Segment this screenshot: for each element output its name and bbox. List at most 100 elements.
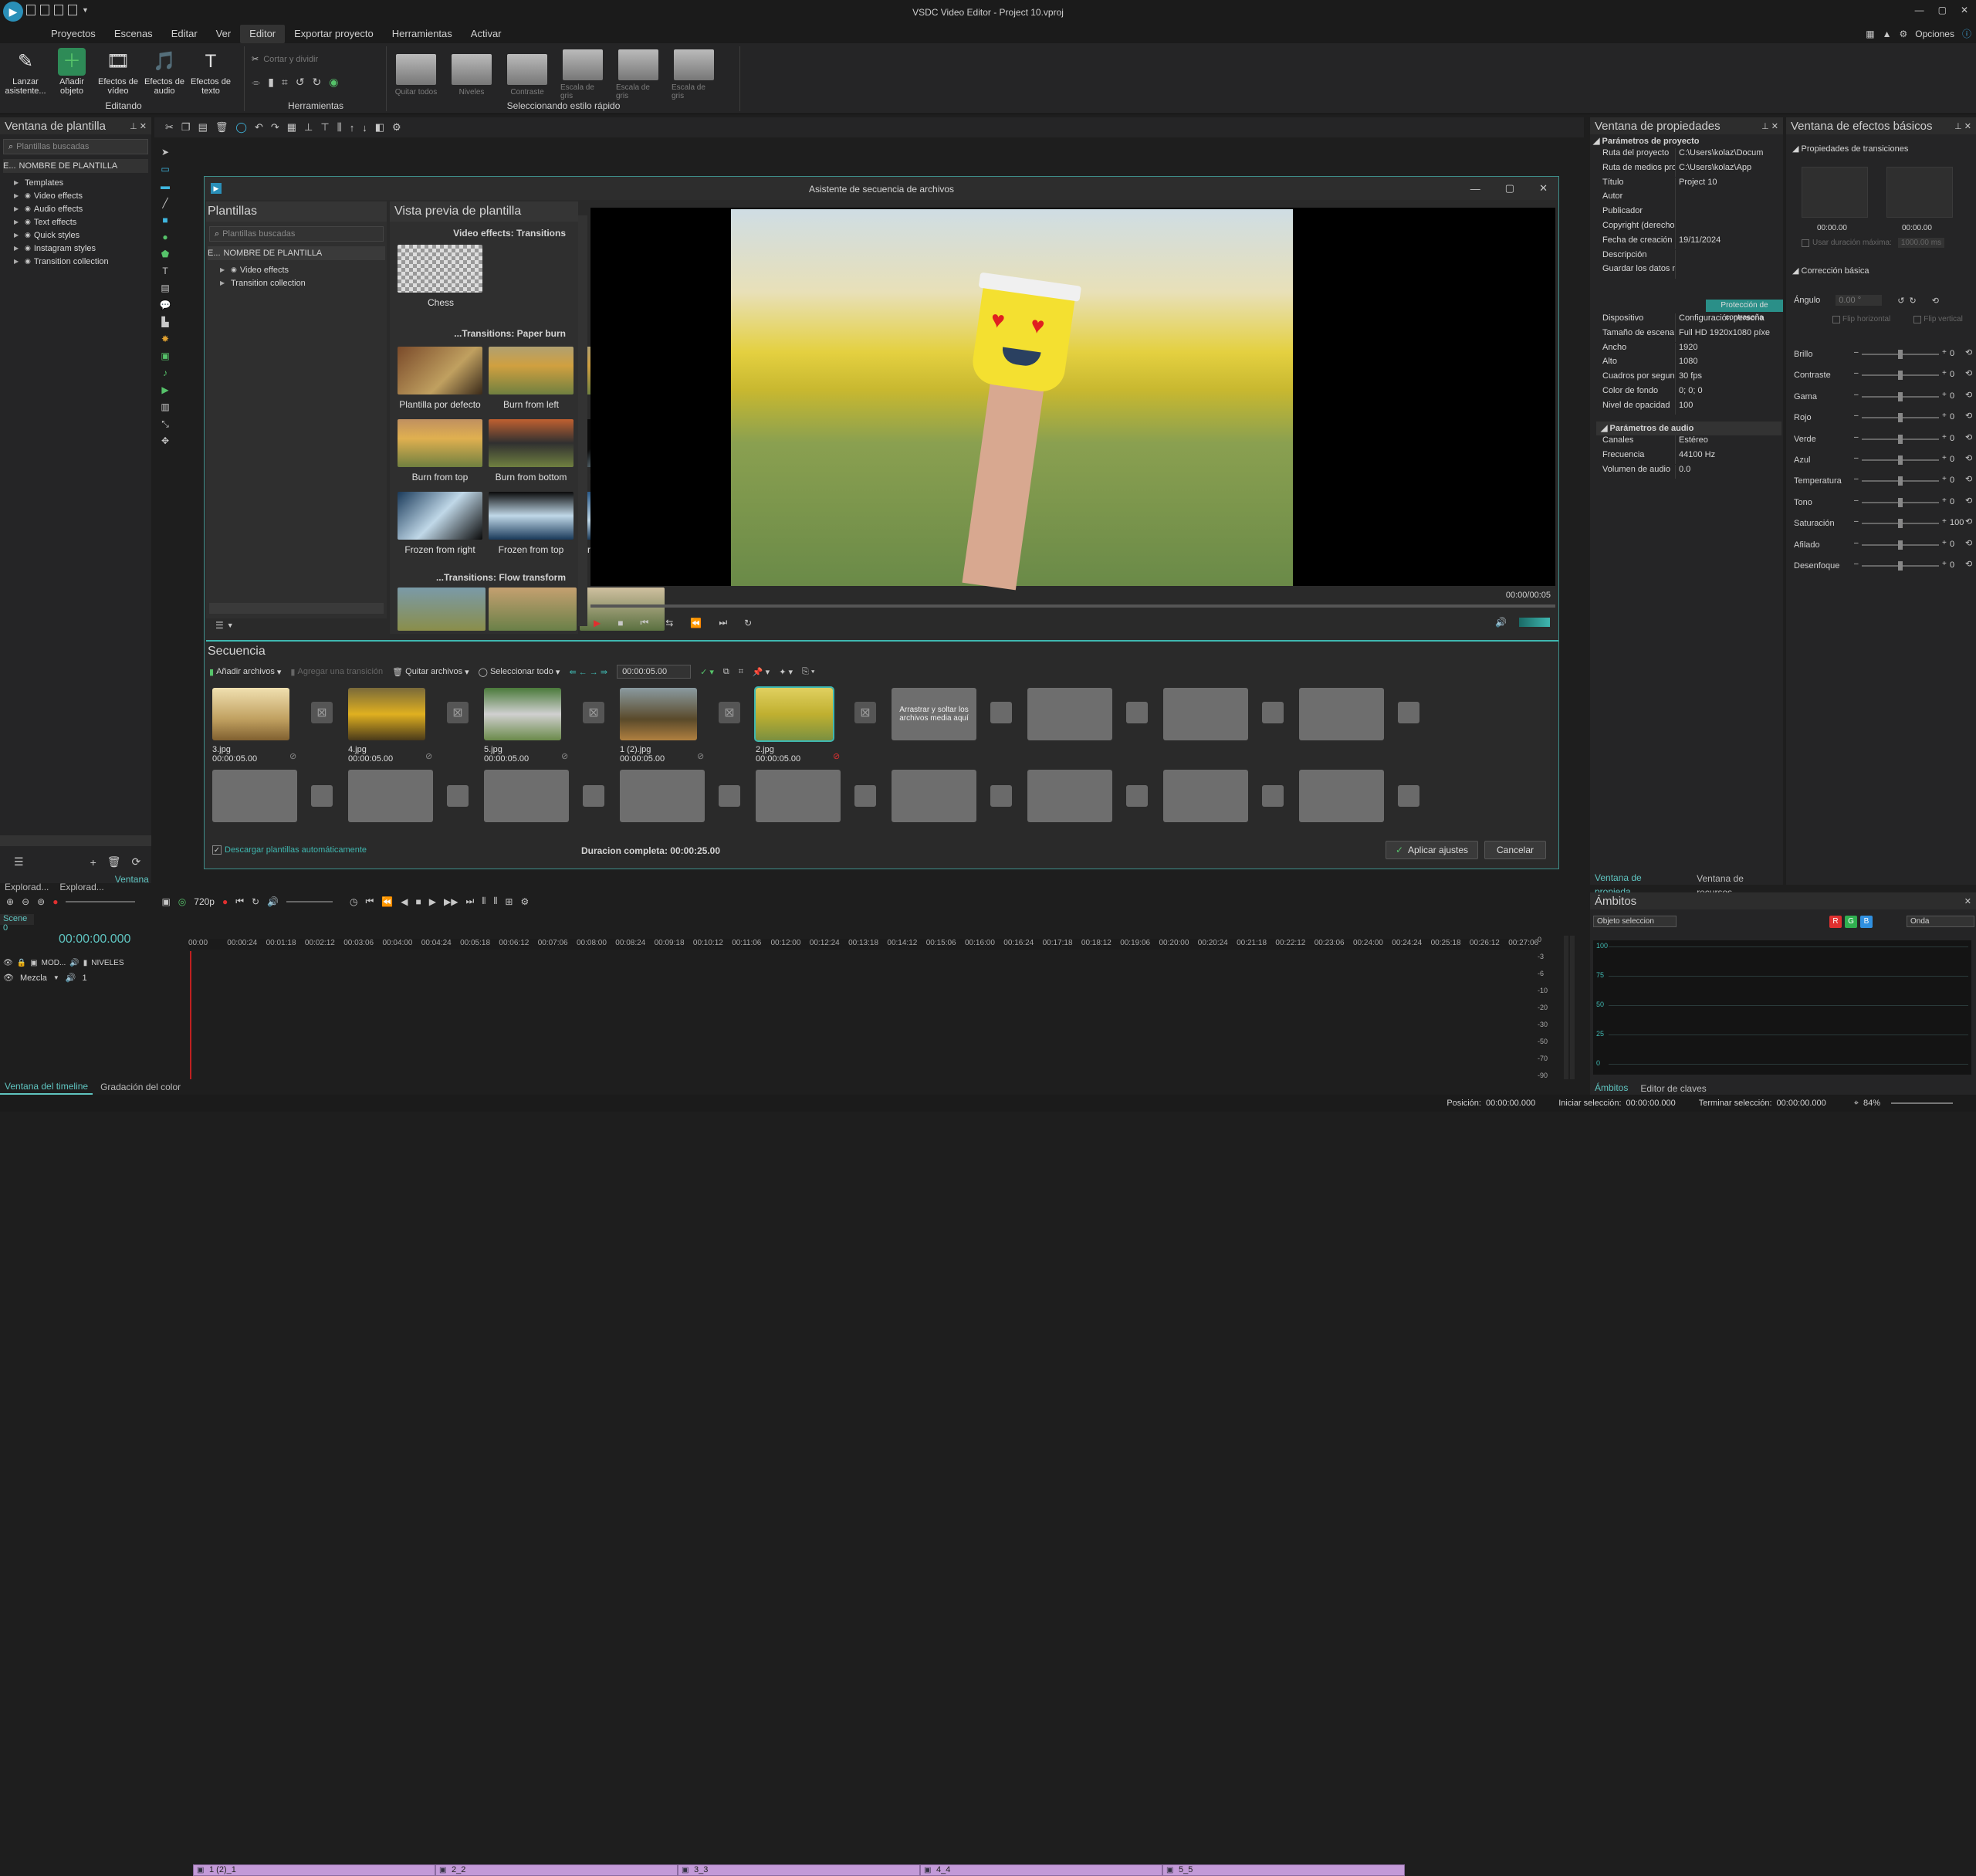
seek-bar[interactable]	[590, 604, 1555, 608]
subtitle-icon[interactable]: ▤	[154, 279, 176, 296]
link-icon[interactable]: ⧉	[723, 667, 729, 677]
minus-icon[interactable]: –	[1854, 433, 1859, 442]
record-icon[interactable]: ●	[222, 896, 228, 907]
add-transition-button[interactable]: ▮ Agregar una transición	[290, 667, 383, 677]
menu-proyectos[interactable]: Proyectos	[42, 25, 105, 43]
empty-clip-slot[interactable]	[892, 770, 976, 822]
template-tree-item[interactable]: ▶ Templates	[14, 176, 151, 189]
plus-icon[interactable]: +	[1942, 560, 1947, 568]
template-flow-2[interactable]	[489, 588, 577, 631]
plus-icon[interactable]: +	[1942, 411, 1947, 420]
plus-icon[interactable]: +	[1942, 348, 1947, 357]
sequence-clip-thumbnail[interactable]	[754, 686, 834, 742]
resolution-select[interactable]: 720p	[194, 896, 215, 907]
timeline-clip[interactable]: ▣ 5_5	[1162, 1864, 1405, 1876]
property-row[interactable]: Fecha de creación 19/11/2024	[1590, 235, 1783, 250]
help-icon[interactable]: ⓘ	[1962, 27, 1971, 40]
transition-slot[interactable]: ⊠	[854, 702, 876, 723]
go-end-icon[interactable]: ⏭	[465, 896, 474, 907]
flip-horizontal-checkbox[interactable]: Flip horizontal	[1832, 315, 1890, 323]
record-icon[interactable]: ●	[52, 896, 58, 907]
close-icon[interactable]: ✕	[1964, 121, 1971, 131]
chart-icon[interactable]: ▙	[154, 313, 176, 330]
reset-icon[interactable]: ⟲	[1965, 411, 1972, 421]
scene-tab[interactable]: Scene 0	[0, 914, 34, 933]
template-tree-item[interactable]: ▶ ◉ Video effects	[14, 189, 151, 202]
property-row[interactable]: Alto 1080	[1590, 357, 1783, 371]
property-row[interactable]: Descripción	[1590, 249, 1783, 265]
minus-icon[interactable]: –	[1854, 517, 1859, 526]
duration-input[interactable]: 00:00:05.00	[617, 665, 692, 679]
scopes-tab[interactable]: Editor de claves	[1636, 1082, 1710, 1095]
reset-icon[interactable]: ⟲	[1965, 390, 1972, 400]
reset-icon[interactable]: ⟲	[1965, 559, 1972, 569]
empty-clip-slot[interactable]	[1299, 770, 1384, 822]
lock-icon[interactable]: 🔒	[17, 959, 26, 967]
property-row[interactable]: Cuadros por segund 30 fps	[1590, 371, 1783, 386]
plus-icon[interactable]: +	[1942, 517, 1947, 526]
dialog-tree-item[interactable]: ▶ Transition collection	[220, 276, 387, 290]
menu-ver[interactable]: Ver	[207, 25, 241, 43]
eye-icon[interactable]: 👁	[3, 973, 14, 983]
text-object-icon[interactable]: ▬	[154, 178, 176, 195]
empty-transition-slot[interactable]	[583, 785, 604, 807]
select-all-button[interactable]: ◯ Seleccionar todo ▾	[479, 667, 560, 677]
transition-slot[interactable]: ⊠	[583, 702, 604, 723]
marker-icon[interactable]: ⫴	[493, 896, 497, 907]
audio-icon[interactable]: 🔊	[69, 959, 79, 967]
empty-transition-slot[interactable]	[1126, 785, 1148, 807]
wand-button[interactable]: ✎ Lanzar asistente...	[3, 48, 48, 97]
template-search-input[interactable]: ⌕ Plantillas buscadas	[3, 139, 148, 154]
playhead[interactable]	[190, 951, 191, 1079]
menu-editar[interactable]: Editar	[162, 25, 207, 43]
menu-herramientas[interactable]: Herramientas	[383, 25, 462, 43]
crop-icon[interactable]: ⌗	[739, 667, 743, 677]
remove-clip-icon[interactable]: ⊘	[561, 751, 568, 761]
empty-clip-slot[interactable]	[1027, 688, 1112, 740]
slider-knob[interactable]	[1898, 434, 1903, 444]
empty-transition-slot[interactable]	[1398, 702, 1419, 723]
redo-icon[interactable]: ↷	[271, 121, 279, 134]
confirm-icon[interactable]: ✓ ▾	[700, 667, 714, 677]
empty-clip-slot[interactable]	[1163, 770, 1248, 822]
plus-icon[interactable]: +	[1942, 433, 1947, 442]
quick-style-3[interactable]: Escala de gris	[560, 49, 605, 100]
property-row[interactable]: Autor	[1590, 191, 1783, 206]
reset-icon[interactable]: ⟲	[1965, 368, 1972, 378]
animation-icon[interactable]: ✸	[154, 330, 176, 347]
empty-transition-slot[interactable]	[1398, 785, 1419, 807]
skip-start-icon[interactable]: ⏮	[235, 896, 244, 907]
rewind-icon[interactable]: ⏪	[381, 896, 393, 907]
cut-split-button[interactable]: ✂ Cortar y dividir	[252, 54, 318, 65]
timeline-clip[interactable]: ▣ 4_4	[920, 1864, 1162, 1876]
close-icon[interactable]: ✕	[1964, 896, 1971, 906]
transition-out-preview[interactable]	[1886, 167, 1953, 218]
rectangle-icon[interactable]: ■	[154, 212, 176, 229]
property-row[interactable]: Volumen de audio 0.0	[1590, 464, 1783, 479]
list-view-icon[interactable]: ☰	[14, 855, 24, 869]
angle-input[interactable]: 0.00 °	[1836, 295, 1883, 306]
empty-transition-slot[interactable]	[719, 785, 740, 807]
video-object-icon[interactable]: ▭	[154, 161, 176, 178]
next-frame-icon[interactable]: ▶▶	[444, 896, 458, 907]
text-icon[interactable]: T	[154, 262, 176, 279]
delete-icon[interactable]: 🗑	[107, 855, 121, 869]
layout-icon[interactable]: ▦	[1866, 29, 1874, 39]
preview-window-icon[interactable]: ▣	[161, 896, 170, 907]
quick-style-0[interactable]: Quitar todos	[394, 53, 438, 97]
empty-clip-slot[interactable]	[756, 770, 841, 822]
minimize-icon[interactable]: —	[1915, 5, 1924, 15]
quick-style-5[interactable]: Escala de gris	[672, 49, 716, 100]
cut-icon[interactable]: ✂	[165, 121, 174, 134]
transition-in-preview[interactable]	[1802, 167, 1868, 218]
speech-bubble-icon[interactable]: 💬	[154, 296, 176, 313]
sprite-icon[interactable]: ▶	[154, 381, 176, 398]
empty-transition-slot[interactable]	[990, 702, 1012, 723]
close-icon[interactable]: ✕	[1771, 121, 1778, 131]
template-thumbnail[interactable]	[398, 419, 482, 467]
scope-channel-g[interactable]: G	[1845, 916, 1857, 928]
template-flow-1[interactable]	[398, 588, 486, 631]
collapse-ribbon-icon[interactable]: ▲	[1883, 29, 1892, 39]
menu-editor[interactable]: Editor	[240, 25, 286, 43]
slider-knob[interactable]	[1898, 391, 1903, 401]
